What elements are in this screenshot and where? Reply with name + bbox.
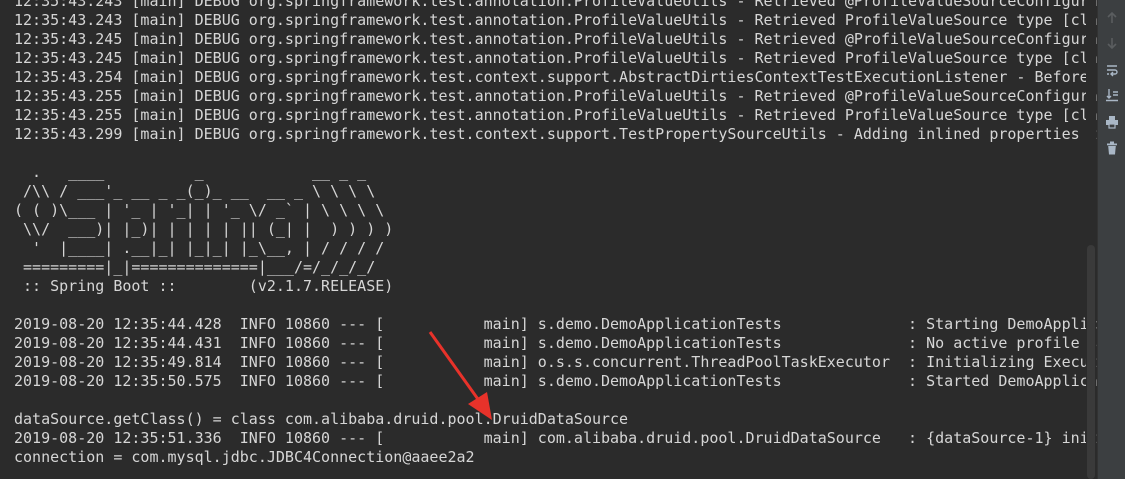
console-line: 12:35:43.245 [main] DEBUG org.springfram… — [14, 30, 1097, 48]
console-line: \\/ ___)| |_)| | | | | || (_| | ) ) ) ) — [14, 220, 394, 238]
print-button[interactable] — [1098, 112, 1125, 131]
soft-wrap-button[interactable] — [1098, 60, 1125, 79]
console-line: /\\ / ___'_ __ _ _(_)_ __ __ _ \ \ \ \ — [14, 182, 376, 200]
console-line: 12:35:43.254 [main] DEBUG org.springfram… — [14, 68, 1097, 86]
console-line: 12:35:43.245 [main] DEBUG org.springfram… — [14, 49, 1097, 67]
console-line: 12:35:43.299 [main] DEBUG org.springfram… — [14, 125, 1097, 143]
print-icon — [1106, 115, 1118, 129]
console-line: . ____ _ __ _ _ — [14, 163, 367, 181]
console-line: =========|_|==============|___/=/_/_/_/ — [14, 258, 376, 276]
down-arrow-icon — [1107, 37, 1117, 49]
console-log: 12:35:43.243 [main] DEBUG org.springfram… — [14, 0, 1097, 467]
console-output[interactable]: 12:35:43.243 [main] DEBUG org.springfram… — [0, 0, 1097, 479]
vertical-scrollbar[interactable] — [1086, 0, 1096, 479]
scroll-to-end-icon — [1106, 88, 1118, 101]
console-line: ( ( )\___ | '_ | '_| | '_ \/ _` | \ \ \ … — [14, 201, 385, 219]
console-line: 2019-08-20 12:35:44.428 INFO 10860 --- [… — [14, 315, 1097, 333]
scroll-to-end-button[interactable] — [1098, 85, 1125, 104]
up-arrow-button[interactable] — [1098, 8, 1125, 27]
console-line: connection = com.mysql.jdbc.JDBC4Connect… — [14, 448, 475, 466]
console-line: 12:35:43.255 [main] DEBUG org.springfram… — [14, 87, 1097, 105]
up-arrow-icon — [1107, 11, 1117, 23]
console-line: ' |____| .__|_| |_|_| |_\__, | / / / / — [14, 239, 385, 257]
console-line: 12:35:43.243 [main] DEBUG org.springfram… — [14, 11, 1097, 29]
console-line: :: Spring Boot :: (v2.1.7.RELEASE) — [14, 277, 394, 295]
console-line: 2019-08-20 12:35:51.336 INFO 10860 --- [… — [14, 429, 1097, 447]
soft-wrap-icon — [1107, 64, 1118, 76]
console-line: 2019-08-20 12:35:49.814 INFO 10860 --- [… — [14, 353, 1097, 371]
clear-all-icon — [1107, 141, 1117, 154]
clear-all-button[interactable] — [1098, 138, 1125, 157]
console-line: 2019-08-20 12:35:50.575 INFO 10860 --- [… — [14, 372, 1097, 390]
console-line: dataSource.getClass() = class com.alibab… — [14, 410, 629, 428]
scrollbar-thumb[interactable] — [1087, 245, 1095, 479]
console-line: 12:35:43.243 [main] DEBUG org.springfram… — [14, 0, 1097, 10]
console-line: 12:35:43.255 [main] DEBUG org.springfram… — [14, 106, 1097, 124]
console-line: 2019-08-20 12:35:44.431 INFO 10860 --- [… — [14, 334, 1097, 352]
down-arrow-button[interactable] — [1098, 33, 1125, 52]
console-toolbar — [1097, 0, 1125, 479]
